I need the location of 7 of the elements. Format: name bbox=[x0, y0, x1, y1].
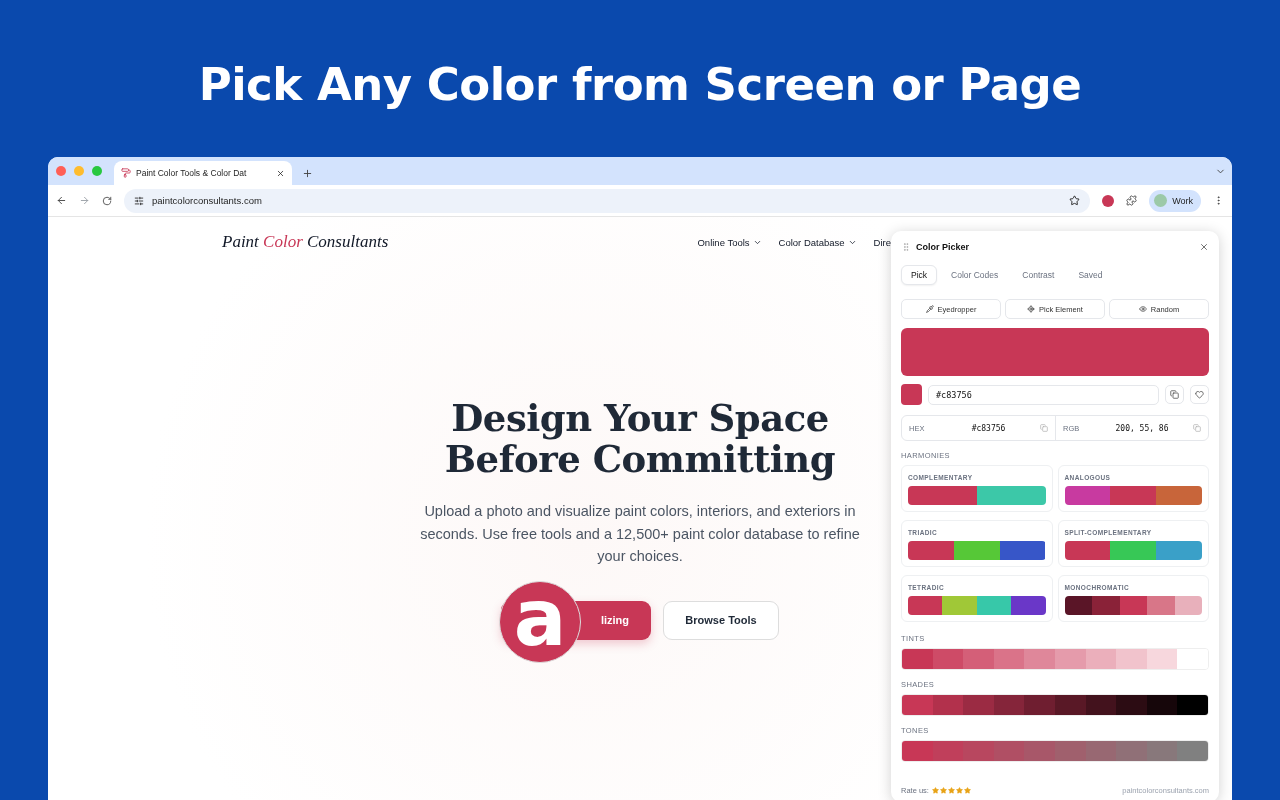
code-value: #c83756 bbox=[970, 423, 1007, 433]
banner-title: Pick Any Color from Screen or Page bbox=[198, 57, 1082, 113]
hero-heading: Design Your Space Before Committing bbox=[444, 398, 836, 480]
code-value: 200, 55, 86 bbox=[1114, 423, 1170, 433]
hero-description: Upload a photo and visualize paint colors, interiors, and exteriors in seconds. Use free tools and a 12,500+ paint color database to refine your choices. bbox=[419, 502, 861, 566]
panel-title: Color Picker bbox=[916, 241, 971, 252]
magnifier-overlay: a bbox=[499, 580, 581, 663]
